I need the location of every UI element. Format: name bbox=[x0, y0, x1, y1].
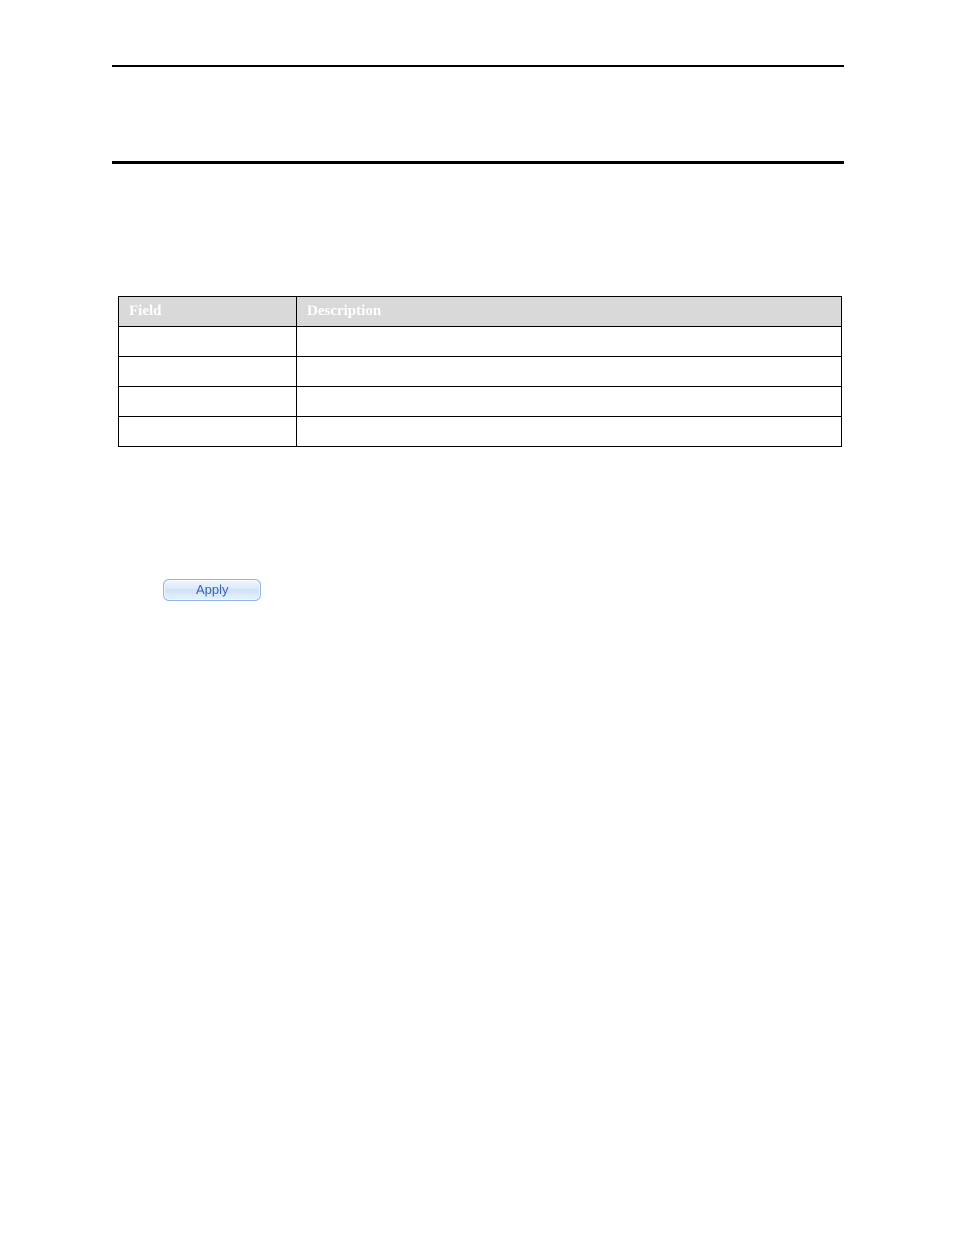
table-cell: Mask Area 1-4 bbox=[119, 357, 297, 387]
step-text: to save the settings. bbox=[265, 581, 382, 597]
table-cell: Select a camera for which you want to ap… bbox=[297, 327, 842, 357]
step-bold: Privacy Mask bbox=[236, 521, 325, 537]
step-2: 2. Click Apply to save the settings. bbox=[112, 578, 844, 601]
table-row: Color Select a color for the Mask Area. bbox=[119, 387, 842, 417]
table-row: Channel Select a camera for which you wa… bbox=[119, 327, 842, 357]
page-number: 48 bbox=[827, 1168, 842, 1185]
field-table: Field Description Channel Select a camer… bbox=[118, 296, 842, 447]
divider-section bbox=[112, 161, 844, 164]
table-header-field: Field bbox=[119, 297, 297, 327]
step-bold: Camera bbox=[165, 521, 217, 537]
table-header-row: Field Description bbox=[119, 297, 842, 327]
step-1: 1. Go to Camera ➔ Privacy Mask. bbox=[112, 518, 844, 541]
table-cell: Delete bbox=[119, 417, 297, 447]
table-cell: Delete selected Mask Area. First click t… bbox=[297, 417, 842, 447]
table-cell: Select a color for the Mask Area. bbox=[297, 387, 842, 417]
table-row: Mask Area 1-4 Activate/Deactivate the re… bbox=[119, 357, 842, 387]
divider-top bbox=[112, 65, 844, 67]
table-cell: Color bbox=[119, 387, 297, 417]
table-header-desc: Description bbox=[297, 297, 842, 327]
table-row: Delete Delete selected Mask Area. First … bbox=[119, 417, 842, 447]
step-text: . bbox=[325, 521, 329, 537]
step-text: 2. Click bbox=[112, 581, 163, 597]
arrow-icon: ➔ bbox=[216, 521, 236, 537]
section-title: Setting Privacy Masks bbox=[112, 123, 332, 150]
intro-paragraph: You can have parts of the image made rec… bbox=[112, 188, 844, 232]
step-text: 1. Go to bbox=[112, 521, 165, 537]
table-cell: Activate/Deactivate the respective Mask … bbox=[297, 357, 842, 387]
apply-button[interactable]: Apply bbox=[163, 579, 261, 601]
table-cell: Channel bbox=[119, 327, 297, 357]
